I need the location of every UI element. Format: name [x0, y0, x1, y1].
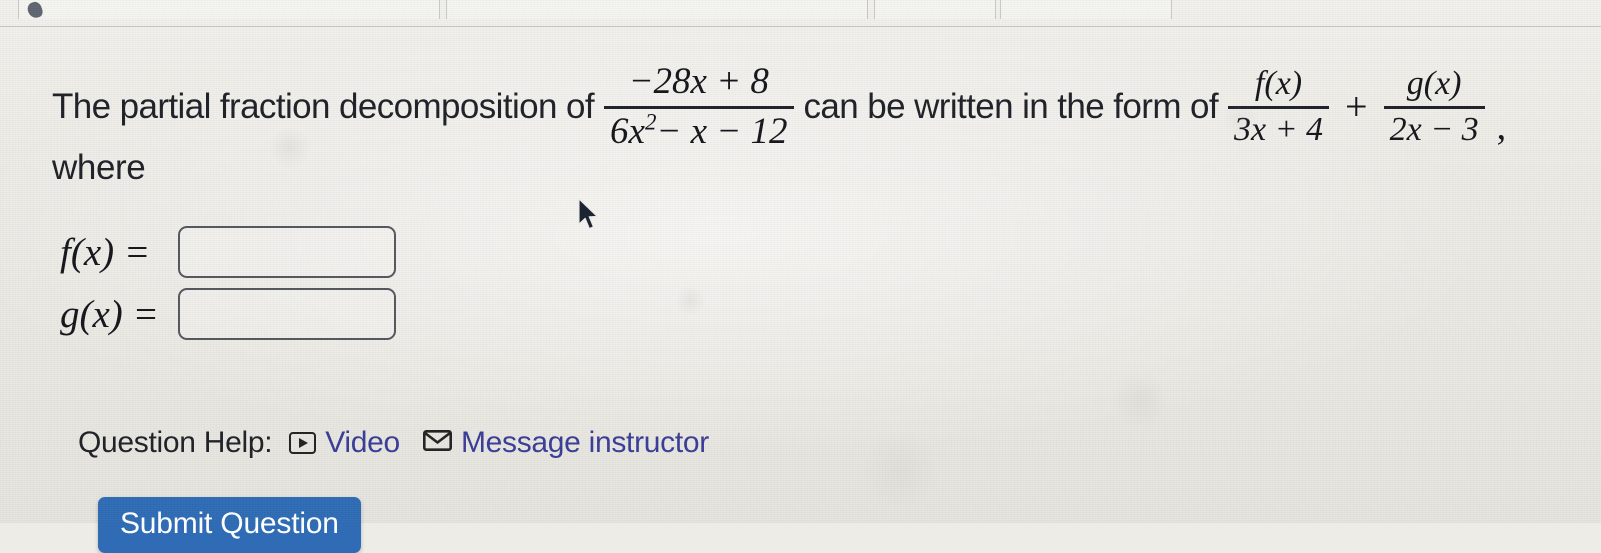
question-statement: The partial fraction decomposition of −2… [52, 60, 1506, 153]
given-denominator-tail: − x − 12 [656, 110, 788, 152]
play-icon [289, 432, 317, 454]
envelope-icon [422, 430, 452, 456]
browser-tab[interactable] [18, 0, 440, 19]
play-triangle [299, 438, 309, 448]
fraction-bar [1383, 105, 1485, 109]
browser-chrome [0, 0, 1601, 30]
given-denominator-lead: 6x [610, 110, 645, 152]
question-help-row: Question Help: Video Message instructor [78, 426, 721, 460]
form-fraction-g: g(x) 2x − 3 [1383, 64, 1485, 150]
form-f-numerator: f(x) [1254, 64, 1303, 102]
message-instructor-link[interactable]: Message instructor [422, 426, 709, 460]
given-denominator: 6x2− x − 12 [604, 110, 794, 154]
answer-row-g: g(x) = [60, 283, 396, 345]
where-label: where [52, 148, 146, 187]
fraction-bar [604, 105, 794, 109]
statement-text-lead: The partial fraction decomposition of [52, 86, 595, 126]
question-help-label: Question Help: [78, 426, 273, 459]
form-g-denominator: 2x − 3 [1389, 110, 1479, 148]
message-instructor-label: Message instructor [460, 426, 709, 459]
answer-row-f: f(x) = [60, 221, 396, 283]
given-denominator-exponent: 2 [644, 109, 657, 135]
submit-question-button[interactable]: Submit Question [98, 497, 361, 553]
chrome-divider [0, 26, 1601, 27]
fraction-bar [1228, 105, 1330, 109]
statement-text-mid: can be written in the form of [803, 86, 1219, 126]
browser-tab[interactable] [446, 0, 868, 19]
g-of-x-input[interactable] [178, 288, 396, 340]
form-g-numerator: g(x) [1406, 64, 1462, 102]
f-of-x-input[interactable] [178, 226, 396, 278]
submit-area: Submit Question [98, 497, 361, 553]
video-help-link[interactable]: Video [289, 426, 400, 460]
given-numerator: −28x + 8 [628, 61, 769, 102]
answer-fields: f(x) = g(x) = [60, 221, 396, 345]
statement-trailing-comma: , [1496, 106, 1507, 149]
browser-tab[interactable] [874, 0, 996, 19]
g-of-x-label: g(x) = [60, 292, 159, 336]
browser-tab[interactable] [1000, 0, 1172, 19]
given-rational-expression: −28x + 8 6x2− x − 12 [604, 60, 794, 153]
video-help-label: Video [325, 426, 400, 459]
plus-operator: + [1345, 84, 1368, 130]
form-f-denominator: 3x + 4 [1234, 110, 1324, 148]
form-fraction-f: f(x) 3x + 4 [1228, 64, 1330, 150]
f-of-x-label: f(x) = [60, 230, 151, 274]
